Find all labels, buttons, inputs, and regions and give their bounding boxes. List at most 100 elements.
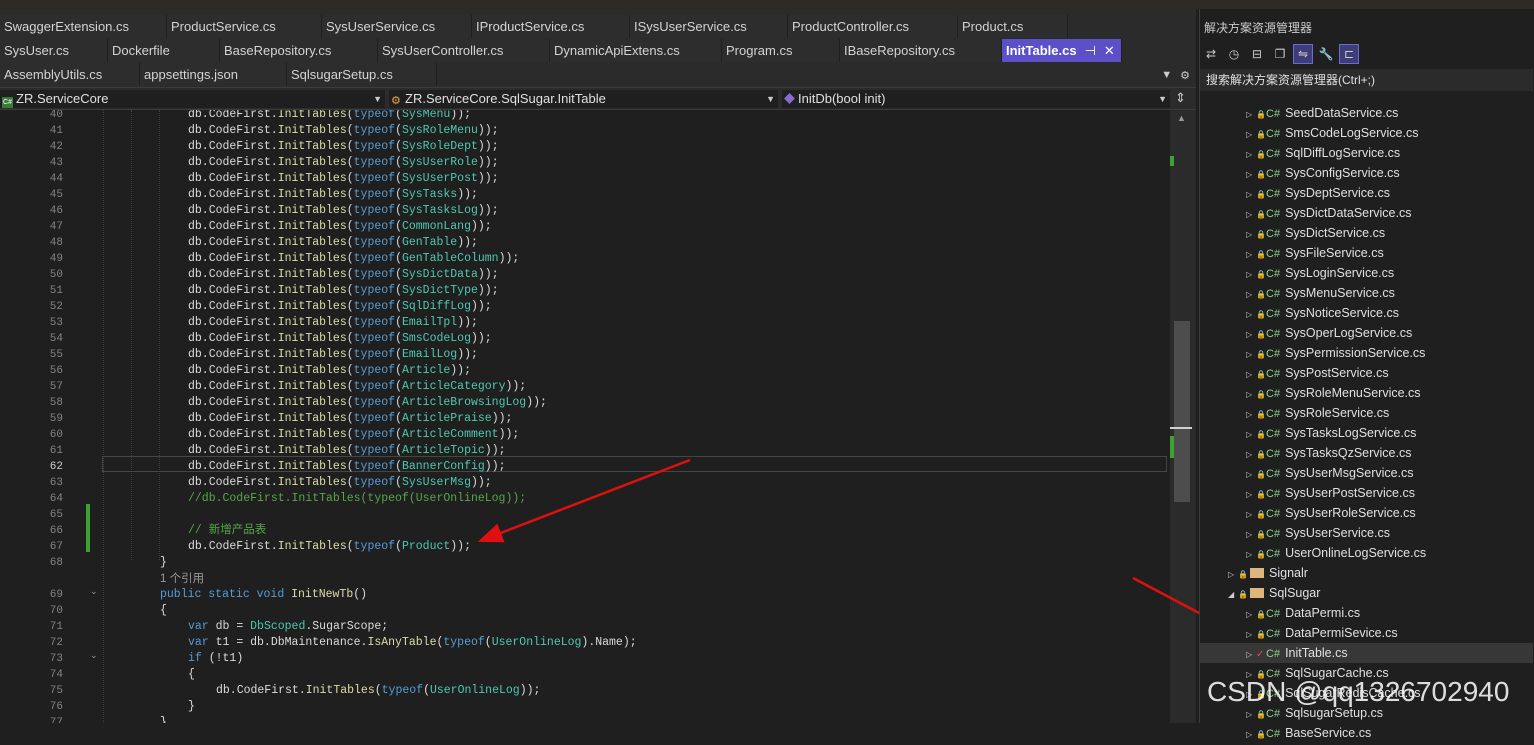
tree-file[interactable]: ▷ 🔒C# DataPermi.cs [1200,603,1533,623]
csharp-file-icon: C# [1266,468,1281,480]
tree-file[interactable]: ▷ 🔒C# SysLoginService.cs [1200,263,1533,283]
tree-file[interactable]: ▷ 🔒C# SqlDiffLogService.cs [1200,143,1533,163]
tree-file[interactable]: ▷ 🔒C# SysDictDataService.cs [1200,203,1533,223]
pending-changes-filter-icon[interactable]: ◷ [1225,45,1243,63]
solution-explorer-search-input[interactable]: 搜索解决方案资源管理器(Ctrl+;) [1200,69,1533,91]
tree-item-label: SysFileService.cs [1285,246,1384,260]
tree-file[interactable]: ▷ 🔒C# SysNoticeService.cs [1200,303,1533,323]
collapse-all-icon[interactable]: ⊟ [1248,45,1266,63]
expand-arrow-icon[interactable]: ▷ [1246,705,1256,725]
expand-arrow-icon[interactable]: ▷ [1246,185,1256,205]
lock-icon: 🔒 [1256,510,1266,519]
solution-explorer-toolbar: ⇄ ◷ ⊟ ❐ ⇋ 🔧 ⊏ [1202,43,1359,65]
sync-with-active-document-icon[interactable]: ⇋ [1293,44,1313,64]
properties-wrench-icon[interactable]: 🔧 [1317,45,1335,63]
expand-arrow-icon[interactable]: ▷ [1246,645,1256,665]
tree-file[interactable]: ▷ 🔒C# SysMenuService.cs [1200,283,1533,303]
tree-item-label: InitTable.cs [1285,646,1348,660]
tree-file[interactable]: ▷ 🔒C# SysDeptService.cs [1200,183,1533,203]
tree-file[interactable]: ▷ 🔒C# SmsCodeLogService.cs [1200,123,1533,143]
expanded-arrow-icon[interactable]: ◢ [1228,585,1238,605]
expand-arrow-icon[interactable]: ▷ [1246,505,1256,525]
tree-folder[interactable]: ▷ 🔒 Signalr [1200,563,1533,583]
tree-file[interactable]: ▷ 🔒C# SysUserMsgService.cs [1200,463,1533,483]
lock-icon: 🔒 [1256,390,1266,399]
expand-arrow-icon[interactable]: ▷ [1246,225,1256,245]
tree-item-label: SysDictDataService.cs [1285,206,1412,220]
show-all-files-icon[interactable]: ❐ [1271,45,1289,63]
expand-arrow-icon[interactable]: ▷ [1246,305,1256,325]
lock-icon: 🔒 [1256,550,1266,559]
csharp-file-icon: C# [1266,628,1281,640]
tree-item-label: UserOnlineLogService.cs [1285,546,1427,560]
csharp-file-icon: C# [1266,448,1281,460]
expand-arrow-icon[interactable]: ▷ [1246,485,1256,505]
expand-arrow-icon[interactable]: ▷ [1246,405,1256,425]
expand-arrow-icon[interactable]: ▷ [1246,325,1256,345]
tree-file[interactable]: ▷ ✓ C# InitTable.cs [1200,643,1533,663]
lock-icon: 🔒 [1238,570,1248,579]
folder-icon [1250,588,1264,598]
tree-file[interactable]: ▷ 🔒C# SysUserRoleService.cs [1200,503,1533,523]
expand-arrow-icon[interactable]: ▷ [1246,465,1256,485]
tree-item-label: SeedDataService.cs [1285,106,1399,120]
expand-arrow-icon[interactable]: ▷ [1246,145,1256,165]
lock-icon: 🔒 [1256,630,1266,639]
tree-folder[interactable]: ◢ 🔒 SqlSugar [1200,583,1533,603]
tree-file[interactable]: ▷ 🔒C# SysPermissionService.cs [1200,343,1533,363]
tree-item-label: SysPermissionService.cs [1285,346,1426,360]
lock-icon: 🔒 [1256,530,1266,539]
preview-selected-items-icon[interactable]: ⊏ [1339,44,1359,64]
expand-arrow-icon[interactable]: ▷ [1246,525,1256,545]
lock-icon: 🔒 [1256,490,1266,499]
tree-item-label: SysDictService.cs [1285,226,1386,240]
tree-file[interactable]: ▷ 🔒C# SysTasksQzService.cs [1200,443,1533,463]
tree-file[interactable]: ▷ 🔒C# SysRoleService.cs [1200,403,1533,423]
tree-file[interactable]: ▷ 🔒C# UserOnlineLogService.cs [1200,543,1533,563]
tree-file[interactable]: ▷ 🔒C# SysPostService.cs [1200,363,1533,383]
lock-icon: 🔒 [1256,290,1266,299]
tree-item-label: SysNoticeService.cs [1285,306,1399,320]
expand-arrow-icon[interactable]: ▷ [1246,265,1256,285]
csharp-file-icon: C# [1266,328,1281,340]
tree-file[interactable]: ▷ 🔒C# SysTasksLogService.cs [1200,423,1533,443]
csharp-file-icon: C# [1266,268,1281,280]
expand-arrow-icon[interactable]: ▷ [1246,125,1256,145]
tree-file[interactable]: ▷ 🔒C# SysUserService.cs [1200,523,1533,543]
tree-file[interactable]: ▷ 🔒C# SysRoleMenuService.cs [1200,383,1533,403]
tree-file[interactable]: ▷ 🔒C# SysOperLogService.cs [1200,323,1533,343]
expand-arrow-icon[interactable]: ▷ [1246,625,1256,645]
lock-icon: 🔒 [1256,730,1266,739]
csharp-file-icon: C# [1266,348,1281,360]
tree-file[interactable]: ▷ 🔒C# SysDictService.cs [1200,223,1533,243]
expand-arrow-icon[interactable]: ▷ [1246,105,1256,125]
expand-arrow-icon[interactable]: ▷ [1246,365,1256,385]
expand-arrow-icon[interactable]: ▷ [1246,165,1256,185]
lock-icon: 🔒 [1256,450,1266,459]
tree-file[interactable]: ▷ 🔒C# SysConfigService.cs [1200,163,1533,183]
tree-file[interactable]: ▷ 🔒C# SysFileService.cs [1200,243,1533,263]
expand-arrow-icon[interactable]: ▷ [1246,605,1256,625]
csharp-file-icon: C# [1266,248,1281,260]
expand-arrow-icon[interactable]: ▷ [1246,285,1256,305]
tree-file[interactable]: ▷ 🔒C# BaseService.cs [1200,723,1533,743]
expand-arrow-icon[interactable]: ▷ [1246,385,1256,405]
expand-arrow-icon[interactable]: ▷ [1246,725,1256,745]
expand-arrow-icon[interactable]: ▷ [1228,565,1238,585]
folder-icon [1250,568,1264,578]
expand-arrow-icon[interactable]: ▷ [1246,445,1256,465]
tree-item-label: SysLoginService.cs [1285,266,1395,280]
tree-file[interactable]: ▷ 🔒C# SeedDataService.cs [1200,103,1533,123]
tree-item-label: SysUserPostService.cs [1285,486,1415,500]
expand-arrow-icon[interactable]: ▷ [1246,545,1256,565]
expand-arrow-icon[interactable]: ▷ [1246,205,1256,225]
expand-arrow-icon[interactable]: ▷ [1246,245,1256,265]
expand-arrow-icon[interactable]: ▷ [1246,425,1256,445]
tree-item-label: SysTasksLogService.cs [1285,426,1417,440]
expand-arrow-icon[interactable]: ▷ [1246,345,1256,365]
lock-icon: 🔒 [1256,430,1266,439]
tree-file[interactable]: ▷ 🔒C# SysUserPostService.cs [1200,483,1533,503]
tree-item-label: SysUserMsgService.cs [1285,466,1414,480]
switch-views-icon[interactable]: ⇄ [1202,45,1220,63]
tree-file[interactable]: ▷ 🔒C# DataPermiSevice.cs [1200,623,1533,643]
